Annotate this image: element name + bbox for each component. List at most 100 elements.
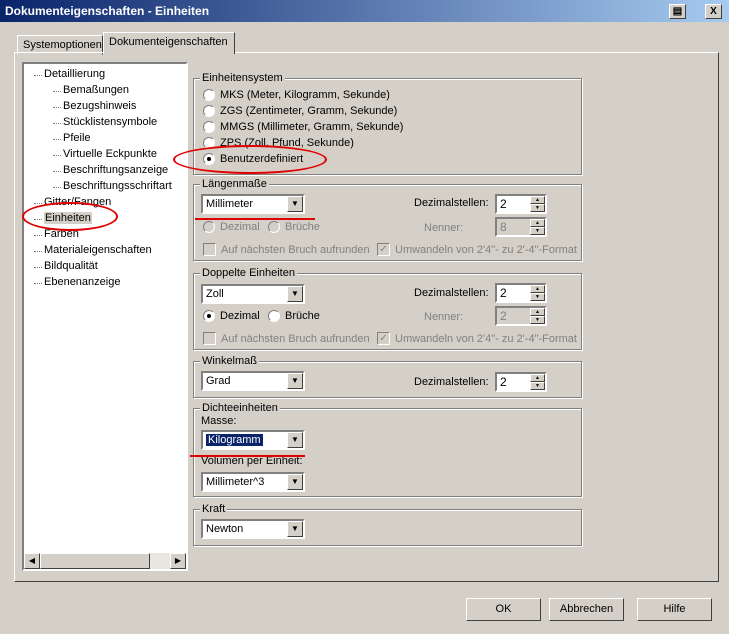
radio-icon (203, 221, 215, 234)
chevron-down-icon[interactable]: ▼ (287, 521, 303, 537)
radio-checked-icon (203, 310, 215, 323)
chevron-down-icon[interactable]: ▼ (287, 286, 303, 302)
ok-button[interactable]: OK (466, 598, 541, 621)
length-decimals-spinner[interactable]: 2 ▲ ▼ (495, 194, 547, 214)
radio-label: Brüche (285, 310, 320, 323)
radio-label: Dezimal (220, 310, 260, 323)
checkbox-label: Auf nächsten Bruch aufrunden (221, 332, 370, 345)
angle-decimals-spinner[interactable]: 2 ▲ ▼ (495, 372, 547, 392)
decimals-label: Dezimalstellen: (414, 197, 489, 209)
title-bar: Dokumenteigenschaften - Einheiten (0, 0, 729, 22)
tree-item[interactable]: Beschriftungsanzeige (52, 164, 168, 176)
annotation-underline (195, 218, 315, 220)
radio-zgs[interactable]: ZGS (Zentimeter, Gramm, Sekunde) (203, 105, 397, 118)
denominator-label: Nenner: (424, 222, 464, 234)
tree-item[interactable]: Beschriftungsschriftart (53, 180, 172, 192)
group-title: Einheitensystem (200, 72, 285, 84)
radio-icon (268, 310, 280, 323)
dual-denominator-spinner[interactable]: 2 ▲ ▼ (495, 306, 547, 326)
radio-icon (203, 89, 215, 102)
tree-item[interactable]: Bildqualität (34, 260, 98, 272)
horizontal-scrollbar[interactable]: ◀ ▶ (24, 553, 186, 569)
tree-item[interactable]: Virtuelle Eckpunkte (53, 148, 157, 160)
tree-item[interactable]: Pfeile (53, 132, 91, 144)
close-button[interactable]: X (705, 4, 722, 19)
round-checkbox[interactable]: Auf nächsten Bruch aufrunden (203, 243, 370, 256)
radio-label: Brüche (285, 221, 320, 234)
tree-item[interactable]: Ebenenanzeige (33, 276, 120, 288)
radio-icon (268, 221, 280, 234)
length-denominator-spinner[interactable]: 8 ▲ ▼ (495, 217, 547, 237)
options-tree: Detaillierung Bemaßungen Bezugshinweis S… (22, 62, 188, 571)
select-value: Millimeter^3 (206, 476, 265, 488)
force-unit-select[interactable]: Newton ▼ (201, 519, 305, 539)
select-value: Newton (206, 523, 244, 535)
radio-fraction[interactable]: Brüche (268, 221, 320, 234)
mass-label: Masse: (201, 415, 237, 427)
spin-down-icon[interactable]: ▼ (530, 382, 545, 390)
group-title: Winkelmaß (200, 355, 260, 367)
checkbox-icon (203, 332, 216, 345)
annotation-underline (190, 455, 305, 457)
tree-item[interactable]: Bemaßungen (52, 84, 129, 96)
scrollbar-thumb[interactable] (40, 553, 150, 569)
scroll-right-icon[interactable]: ▶ (170, 553, 186, 569)
tab-dokumenteigenschaften[interactable]: Dokumenteigenschaften (103, 32, 235, 54)
annotation-ellipse (173, 145, 327, 174)
force-group: Kraft Newton ▼ (193, 503, 582, 546)
checkbox-label: Umwandeln von 2'4"- zu 2'-4"-Format (395, 332, 577, 345)
tree-item[interactable]: Bezugshinweis (52, 100, 136, 112)
checkbox-icon (203, 243, 216, 256)
cancel-button[interactable]: Abbrechen (549, 598, 624, 621)
chevron-down-icon[interactable]: ▼ (287, 196, 303, 212)
spin-down-icon[interactable]: ▼ (530, 204, 545, 212)
convert-checkbox[interactable]: ✓ Umwandeln von 2'4"- zu 2'-4"-Format (377, 243, 577, 256)
dual-unit-select[interactable]: Zoll ▼ (201, 284, 305, 304)
printer-icon[interactable]: ▤ (669, 4, 686, 19)
length-group: Längenmaße Millimeter ▼ Dezimalstellen: 2… (193, 178, 582, 261)
chevron-down-icon[interactable]: ▼ (287, 432, 303, 448)
radio-decimal[interactable]: Dezimal (203, 310, 260, 323)
dual-units-group: Doppelte Einheiten Zoll ▼ Dezimalstellen:… (193, 267, 582, 350)
spin-up-icon[interactable]: ▲ (530, 285, 545, 293)
dual-decimals-spinner[interactable]: 2 ▲ ▼ (495, 283, 547, 303)
spin-value: 2 (500, 309, 507, 323)
tree-item[interactable]: Detaillierung (33, 68, 105, 80)
tree-item[interactable]: Stücklistensymbole (52, 116, 157, 128)
spin-up-icon[interactable]: ▲ (530, 308, 545, 316)
scroll-left-icon[interactable]: ◀ (24, 553, 40, 569)
spin-down-icon[interactable]: ▼ (530, 316, 545, 324)
spin-up-icon[interactable]: ▲ (530, 219, 545, 227)
spin-down-icon[interactable]: ▼ (530, 227, 545, 235)
window-title: Dokumenteigenschaften - Einheiten (5, 4, 210, 18)
radio-decimal[interactable]: Dezimal (203, 221, 260, 234)
select-value: Zoll (206, 288, 224, 300)
group-title: Dichteeinheiten (200, 402, 280, 414)
help-button[interactable]: Hilfe (637, 598, 712, 621)
mass-unit-select[interactable]: Kilogramm ▼ (201, 430, 305, 450)
angle-unit-select[interactable]: Grad ▼ (201, 371, 305, 391)
tree-item[interactable]: Materialeigenschaften (34, 244, 152, 256)
chevron-down-icon[interactable]: ▼ (287, 373, 303, 389)
spin-down-icon[interactable]: ▼ (530, 293, 545, 301)
spin-up-icon[interactable]: ▲ (530, 196, 545, 204)
select-value: Millimeter (206, 198, 254, 210)
group-title: Doppelte Einheiten (200, 267, 297, 279)
convert-checkbox[interactable]: ✓ Umwandeln von 2'4"- zu 2'-4"-Format (377, 332, 577, 345)
radio-mks[interactable]: MKS (Meter, Kilogramm, Sekunde) (203, 89, 390, 102)
group-title: Kraft (200, 503, 228, 515)
round-checkbox[interactable]: Auf nächsten Bruch aufrunden (203, 332, 370, 345)
radio-mmgs[interactable]: MMGS (Millimeter, Gramm, Sekunde) (203, 121, 404, 134)
volume-unit-select[interactable]: Millimeter^3 ▼ (201, 472, 305, 492)
checkmark-icon: ✓ (377, 243, 390, 256)
checkmark-icon: ✓ (377, 332, 390, 345)
chevron-down-icon[interactable]: ▼ (287, 474, 303, 490)
decimals-label: Dezimalstellen: (414, 287, 489, 299)
spin-up-icon[interactable]: ▲ (530, 374, 545, 382)
radio-label: MMGS (Millimeter, Gramm, Sekunde) (220, 121, 404, 134)
length-unit-select[interactable]: Millimeter ▼ (201, 194, 305, 214)
radio-fraction[interactable]: Brüche (268, 310, 320, 323)
radio-label: MKS (Meter, Kilogramm, Sekunde) (220, 89, 390, 102)
checkbox-label: Umwandeln von 2'4"- zu 2'-4"-Format (395, 243, 577, 256)
annotation-ellipse (22, 202, 118, 231)
